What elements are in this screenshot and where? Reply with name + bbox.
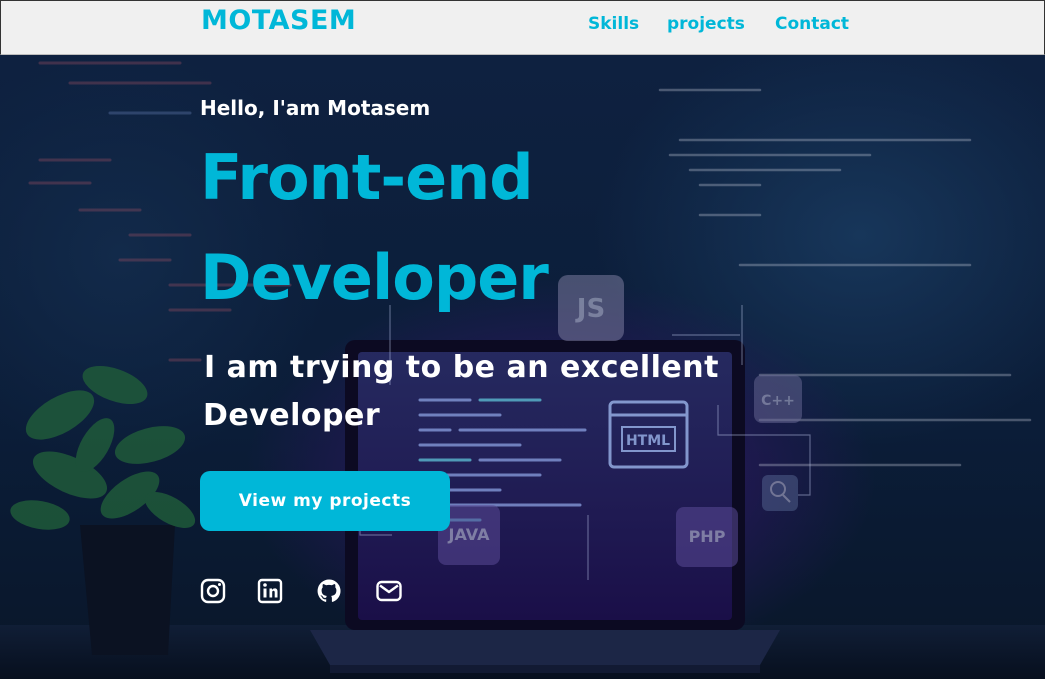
svg-text:JS: JS: [575, 294, 605, 324]
nav-link-skills[interactable]: Skills: [588, 14, 639, 34]
view-projects-button[interactable]: View my projects: [200, 471, 450, 531]
svg-text:HTML: HTML: [626, 433, 670, 449]
mail-icon[interactable]: [375, 577, 403, 605]
hero-greeting: Hello, I'am Motasem: [200, 96, 431, 120]
hero-section: HTML JS C++ JAVA PHP Hello, I'am Motasem…: [0, 55, 1045, 679]
svg-text:JAVA: JAVA: [448, 525, 491, 544]
hero-headline-line2: Developer: [200, 241, 549, 314]
nav-link-contact[interactable]: Contact: [775, 14, 849, 34]
instagram-icon[interactable]: [199, 577, 227, 605]
svg-text:PHP: PHP: [689, 527, 726, 546]
navbar: MOTASEM Skills projects Contact: [0, 0, 1045, 55]
nav-link-projects[interactable]: projects: [667, 14, 745, 34]
hero-headline-line1: Front-end: [200, 141, 534, 214]
linkedin-icon[interactable]: [256, 577, 284, 605]
hero-tagline-line2: Developer: [203, 398, 381, 433]
brand-logo[interactable]: MOTASEM: [201, 5, 356, 36]
github-icon[interactable]: [315, 577, 343, 605]
hero-tagline-line1: I am trying to be an excellent: [204, 350, 719, 385]
svg-text:C++: C++: [761, 393, 795, 409]
